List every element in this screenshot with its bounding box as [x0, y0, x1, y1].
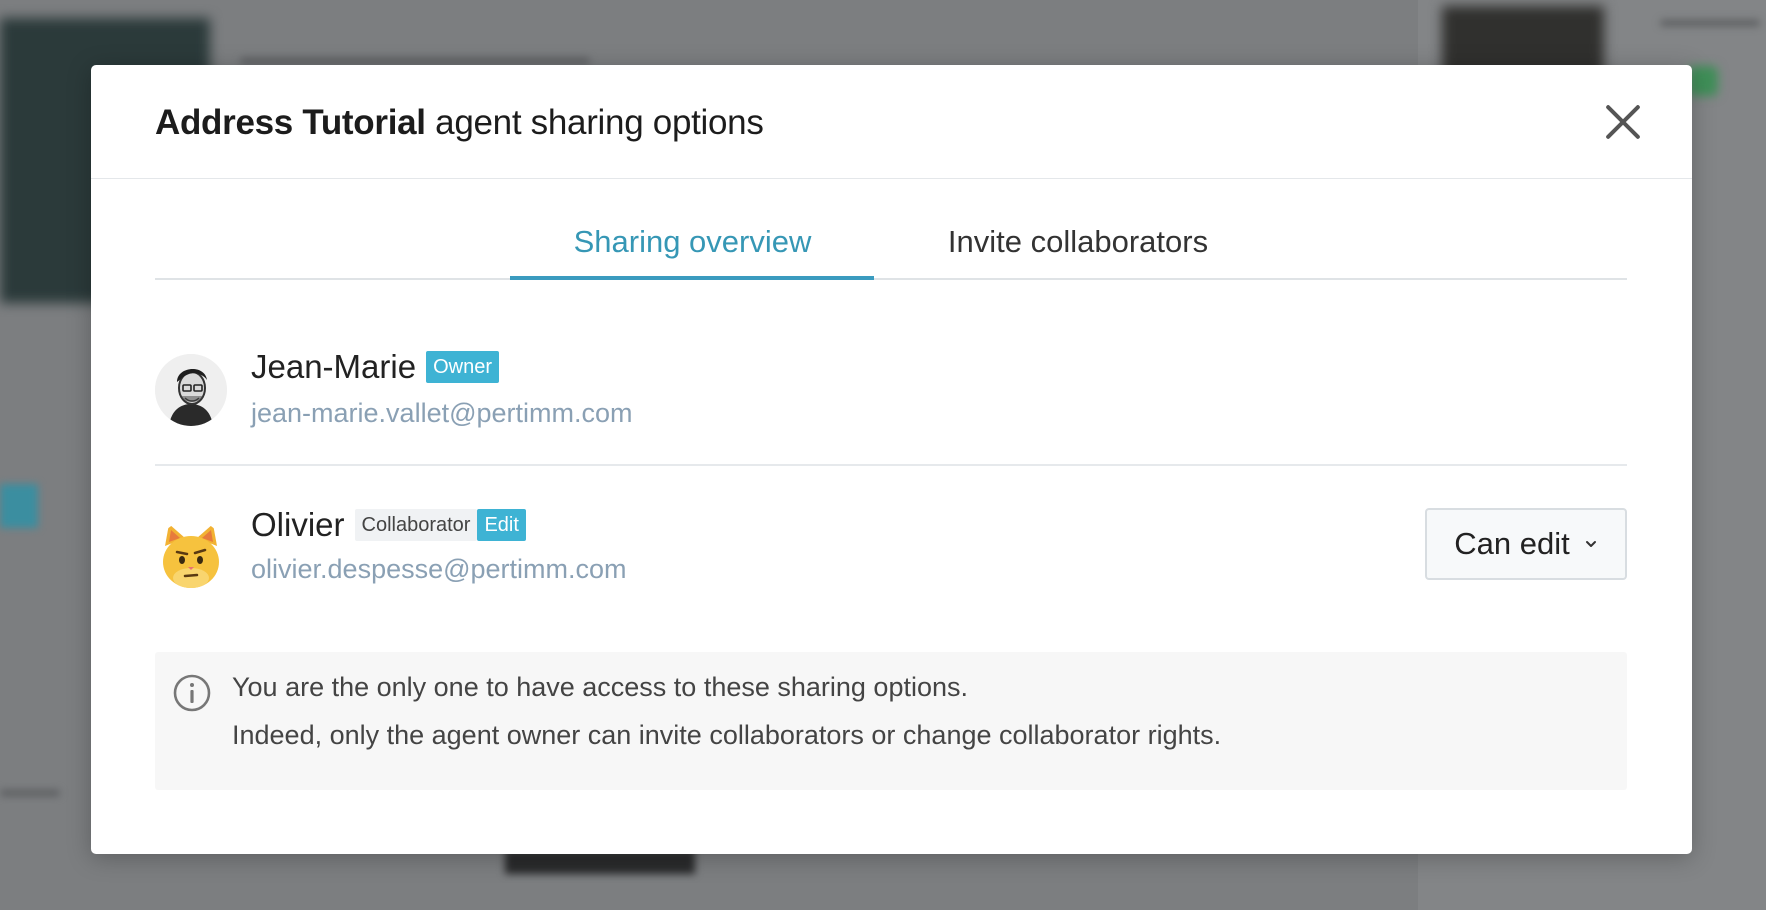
edit-permission-badge: Edit [477, 509, 526, 541]
modal-title: Address Tutorial agent sharing options [155, 103, 764, 143]
member-name: Olivier [251, 506, 345, 543]
info-notice: You are the only one to have access to t… [155, 652, 1627, 790]
info-text: You are the only one to have access to t… [232, 672, 969, 702]
member-name: Jean-Marie [251, 348, 417, 385]
tab-invite-collaborators[interactable]: Invite collaborators [928, 224, 1228, 280]
background-button [0, 484, 38, 528]
member-email: jean-marie.vallet@pertimm.com [251, 398, 633, 428]
member-name-line: Jean-Marie Owner [251, 348, 499, 386]
close-icon[interactable] [1604, 103, 1642, 141]
member-email: olivier.despesse@pertimm.com [251, 554, 627, 584]
info-text: Indeed, only the agent owner can invite … [232, 720, 1222, 750]
owner-badge: Owner [426, 351, 499, 383]
background-text [240, 58, 590, 64]
background-text [1660, 20, 1760, 26]
background-status-icon [1688, 66, 1718, 96]
chevron-down-icon [1585, 541, 1596, 547]
info-icon [173, 674, 211, 712]
portrait-icon [155, 354, 227, 426]
member-name-line: Olivier Collaborator Edit [251, 506, 526, 544]
modal-header: Address Tutorial agent sharing options [91, 65, 1692, 179]
tab-bar: Sharing overview Invite collaborators [155, 178, 1627, 280]
permission-dropdown[interactable]: Can edit [1425, 508, 1627, 580]
modal-title-suffix: agent sharing options [435, 103, 764, 142]
avatar [155, 520, 227, 592]
background-text [0, 790, 60, 796]
cat-face-icon [163, 524, 219, 588]
avatar [155, 354, 227, 426]
permission-dropdown-label: Can edit [1454, 526, 1570, 561]
collaborator-badge: Collaborator [354, 509, 478, 541]
agent-name: Address Tutorial [155, 103, 426, 142]
member-row: Jean-Marie Owner jean-marie.vallet@perti… [155, 330, 1627, 466]
active-tab-indicator [510, 276, 874, 280]
tab-sharing-overview[interactable]: Sharing overview [510, 224, 875, 280]
member-row: Olivier Collaborator Edit olivier.despes… [155, 486, 1627, 616]
